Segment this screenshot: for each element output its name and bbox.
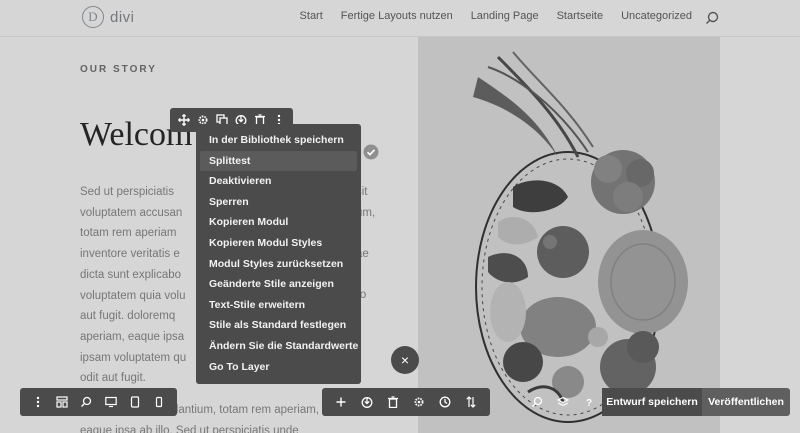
module-context-menu: In der Bibliothek speichern Splittest De… — [196, 124, 361, 384]
phone-view-icon[interactable] — [153, 396, 165, 408]
nav-item-uncategorized[interactable]: Uncategorized — [621, 10, 692, 22]
view-mode-bar — [20, 388, 177, 416]
history-icon[interactable] — [439, 396, 451, 408]
logo-mark: D — [82, 6, 104, 28]
layers-icon[interactable] — [557, 396, 569, 408]
svg-text:?: ? — [586, 398, 592, 408]
menu-item-lock[interactable]: Sperren — [196, 192, 361, 213]
vegetable-photo[interactable] — [418, 37, 720, 433]
menu-item-disable[interactable]: Deaktivieren — [196, 171, 361, 192]
settings-menu-icon[interactable] — [32, 396, 44, 408]
desktop-view-icon[interactable] — [104, 396, 117, 408]
site-logo[interactable]: D divi — [82, 6, 135, 28]
site-header: D divi Start Fertige Layouts nutzen Land… — [0, 0, 800, 37]
body-line: eaque ipsa ab illo. Sed ut perspiciatis … — [80, 424, 299, 433]
menu-item-save-to-library[interactable]: In der Bibliothek speichern — [196, 130, 361, 151]
menu-item-set-as-default[interactable]: Stile als Standard festlegen — [196, 315, 361, 336]
close-button[interactable]: × — [391, 346, 419, 374]
search-icon[interactable] — [704, 10, 720, 26]
utility-icons: ? — [524, 388, 602, 416]
publish-button[interactable]: Veröffentlichen — [702, 388, 790, 416]
save-draft-button[interactable]: Entwurf speichern — [602, 388, 702, 416]
tablet-view-icon[interactable] — [129, 396, 141, 408]
vegetable-basket-illustration — [418, 37, 720, 433]
page-settings-icon[interactable] — [413, 396, 425, 408]
wireframe-icon[interactable] — [56, 396, 68, 408]
menu-item-split-test[interactable]: Splittest — [200, 150, 357, 172]
nav-item-landing[interactable]: Landing Page — [471, 10, 539, 22]
main-nav: Start Fertige Layouts nutzen Landing Pag… — [300, 10, 692, 22]
menu-item-copy-module[interactable]: Kopieren Modul — [196, 212, 361, 233]
logo-text: divi — [110, 8, 135, 26]
menu-item-change-defaults[interactable]: Ändern Sie die Standardwerte — [196, 336, 361, 357]
move-icon[interactable] — [177, 114, 190, 126]
nav-item-layouts[interactable]: Fertige Layouts nutzen — [341, 10, 453, 22]
search-icon[interactable] — [531, 396, 543, 408]
page-actions-bar — [322, 388, 490, 416]
zoom-icon[interactable] — [80, 396, 92, 408]
menu-item-show-modified-styles[interactable]: Geänderte Stile anzeigen — [196, 274, 361, 295]
menu-item-extend-text-styles[interactable]: Text-Stile erweitern — [196, 295, 361, 316]
menu-item-reset-module-styles[interactable]: Modul Styles zurücksetzen — [196, 254, 361, 275]
close-icon: × — [400, 352, 410, 368]
nav-item-start[interactable]: Start — [300, 10, 323, 22]
clear-layout-icon[interactable] — [387, 396, 399, 408]
portability-icon[interactable] — [465, 396, 477, 408]
check-badge-icon[interactable] — [363, 144, 379, 160]
add-icon[interactable] — [335, 396, 347, 408]
menu-item-copy-module-styles[interactable]: Kopieren Modul Styles — [196, 233, 361, 254]
help-icon[interactable]: ? — [583, 396, 595, 408]
section-eyebrow: OUR STORY — [80, 64, 157, 75]
nav-item-startseite[interactable]: Startseite — [557, 10, 603, 22]
load-from-library-icon[interactable] — [361, 396, 373, 408]
menu-item-go-to-layer[interactable]: Go To Layer — [196, 357, 361, 378]
